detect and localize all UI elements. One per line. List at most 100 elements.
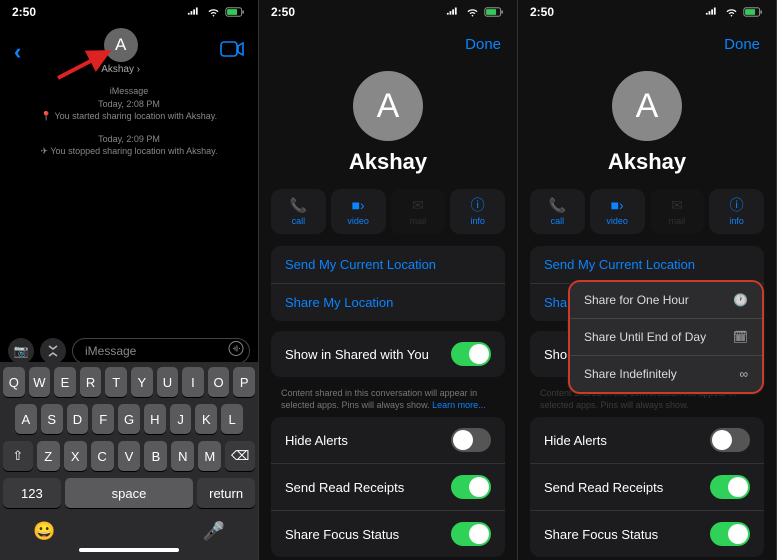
info-button[interactable]: ⓘinfo xyxy=(709,189,764,234)
dictation-icon[interactable] xyxy=(228,341,244,362)
status-icons xyxy=(187,7,246,17)
key[interactable]: O xyxy=(208,367,230,397)
focus-status-toggle[interactable] xyxy=(451,522,491,546)
clock-icon: 🕐 xyxy=(733,293,748,307)
share-duration-popup: Share for One Hour🕐 Share Until End of D… xyxy=(568,280,764,394)
key[interactable]: I xyxy=(182,367,204,397)
space-key[interactable]: space xyxy=(65,478,193,508)
key[interactable]: U xyxy=(157,367,179,397)
read-receipts-row[interactable]: Send Read Receipts xyxy=(271,464,505,511)
settings-card: Hide Alerts Send Read Receipts Share Foc… xyxy=(530,417,764,557)
hide-alerts-row[interactable]: Hide Alerts xyxy=(271,417,505,464)
back-button[interactable]: ‹ xyxy=(14,39,21,65)
key[interactable]: N xyxy=(171,441,194,471)
key[interactable]: Q xyxy=(3,367,25,397)
status-time: 2:50 xyxy=(271,5,295,19)
hide-alerts-row[interactable]: Hide Alerts xyxy=(530,417,764,464)
phone-icon: 📞 xyxy=(532,197,583,213)
key[interactable]: P xyxy=(233,367,255,397)
key[interactable]: W xyxy=(29,367,51,397)
send-location-row[interactable]: Send My Current Location xyxy=(530,246,764,284)
avatar[interactable]: A xyxy=(612,71,682,141)
key[interactable]: G xyxy=(118,404,140,434)
done-button[interactable]: Done xyxy=(518,24,776,53)
done-button[interactable]: Done xyxy=(259,24,517,53)
emoji-button[interactable]: 😀 xyxy=(33,521,55,542)
key[interactable]: T xyxy=(105,367,127,397)
action-row: 📞call ■›video ✉mail ⓘinfo xyxy=(259,189,517,234)
contact-header[interactable]: A Akshay › xyxy=(21,28,220,75)
call-button[interactable]: 📞call xyxy=(271,189,326,234)
mail-button: ✉mail xyxy=(650,189,705,234)
key[interactable]: S xyxy=(41,404,63,434)
focus-status-toggle[interactable] xyxy=(710,522,750,546)
system-message-1: iMessage Today, 2:08 PM 📍 You started sh… xyxy=(0,85,258,123)
home-indicator[interactable] xyxy=(79,548,179,552)
share-indefinitely[interactable]: Share Indefinitely∞ xyxy=(570,356,762,392)
contact-name: Akshay xyxy=(101,64,134,75)
hide-alerts-toggle[interactable] xyxy=(710,428,750,452)
key[interactable]: C xyxy=(91,441,114,471)
key[interactable]: A xyxy=(15,404,37,434)
status-time: 2:50 xyxy=(12,5,36,19)
avatar[interactable]: A xyxy=(353,71,423,141)
phone-icon: 📞 xyxy=(273,197,324,213)
show-shared-row[interactable]: Show in Shared with You xyxy=(271,331,505,377)
keyboard[interactable]: Q W E R T Y U I O P A S D F G H J K L ⇧ … xyxy=(0,362,258,560)
info-icon: ⓘ xyxy=(711,197,762,213)
key[interactable]: X xyxy=(64,441,87,471)
shared-hint: Content shared in this conversation will… xyxy=(259,387,517,417)
facetime-button[interactable] xyxy=(220,41,244,62)
key[interactable]: J xyxy=(170,404,192,434)
key[interactable]: D xyxy=(67,404,89,434)
share-end-of-day[interactable]: Share Until End of Day🗓 xyxy=(570,319,762,356)
shift-key[interactable]: ⇧ xyxy=(3,441,33,471)
app-drawer-button[interactable] xyxy=(40,338,66,364)
status-bar: 2:50 xyxy=(259,0,517,24)
call-button[interactable]: 📞call xyxy=(530,189,585,234)
send-location-row[interactable]: Send My Current Location xyxy=(271,246,505,284)
video-button[interactable]: ■›video xyxy=(590,189,645,234)
status-bar: 2:50 xyxy=(0,0,258,24)
focus-status-row[interactable]: Share Focus Status xyxy=(271,511,505,557)
key[interactable]: H xyxy=(144,404,166,434)
read-receipts-row[interactable]: Send Read Receipts xyxy=(530,464,764,511)
panel-share-popup: 2:50 Done A Akshay 📞call ■›video ✉mail ⓘ… xyxy=(518,0,777,560)
key[interactable]: V xyxy=(118,441,141,471)
learn-more-link[interactable]: Learn more... xyxy=(432,400,486,410)
backspace-key[interactable]: ⌫ xyxy=(225,441,255,471)
share-one-hour[interactable]: Share for One Hour🕐 xyxy=(570,282,762,319)
key[interactable]: Y xyxy=(131,367,153,397)
contact-name: Akshay xyxy=(518,149,776,175)
status-bar: 2:50 xyxy=(518,0,776,24)
video-icon: ■› xyxy=(592,197,643,213)
location-card: Send My Current Location Share My Locati… xyxy=(271,246,505,321)
video-button[interactable]: ■›video xyxy=(331,189,386,234)
avatar-small: A xyxy=(104,28,138,62)
read-receipts-toggle[interactable] xyxy=(451,475,491,499)
key[interactable]: M xyxy=(198,441,221,471)
return-key[interactable]: return xyxy=(197,478,255,508)
mail-icon: ✉ xyxy=(652,197,703,213)
mic-button[interactable]: 🎤 xyxy=(203,521,225,542)
share-location-row[interactable]: Share My Location xyxy=(271,284,505,321)
focus-status-row[interactable]: Share Focus Status xyxy=(530,511,764,557)
camera-button[interactable]: 📷 xyxy=(8,338,34,364)
key[interactable]: Z xyxy=(37,441,60,471)
key[interactable]: F xyxy=(92,404,114,434)
key[interactable]: E xyxy=(54,367,76,397)
key[interactable]: R xyxy=(80,367,102,397)
read-receipts-toggle[interactable] xyxy=(710,475,750,499)
contact-name: Akshay xyxy=(259,149,517,175)
key[interactable]: K xyxy=(195,404,217,434)
key[interactable]: B xyxy=(144,441,167,471)
info-icon: ⓘ xyxy=(452,197,503,213)
status-time: 2:50 xyxy=(530,5,554,19)
info-button[interactable]: ⓘinfo xyxy=(450,189,505,234)
key[interactable]: L xyxy=(221,404,243,434)
mail-icon: ✉ xyxy=(393,197,444,213)
message-input[interactable]: iMessage xyxy=(72,338,250,364)
show-shared-toggle[interactable] xyxy=(451,342,491,366)
numeric-key[interactable]: 123 xyxy=(3,478,61,508)
hide-alerts-toggle[interactable] xyxy=(451,428,491,452)
